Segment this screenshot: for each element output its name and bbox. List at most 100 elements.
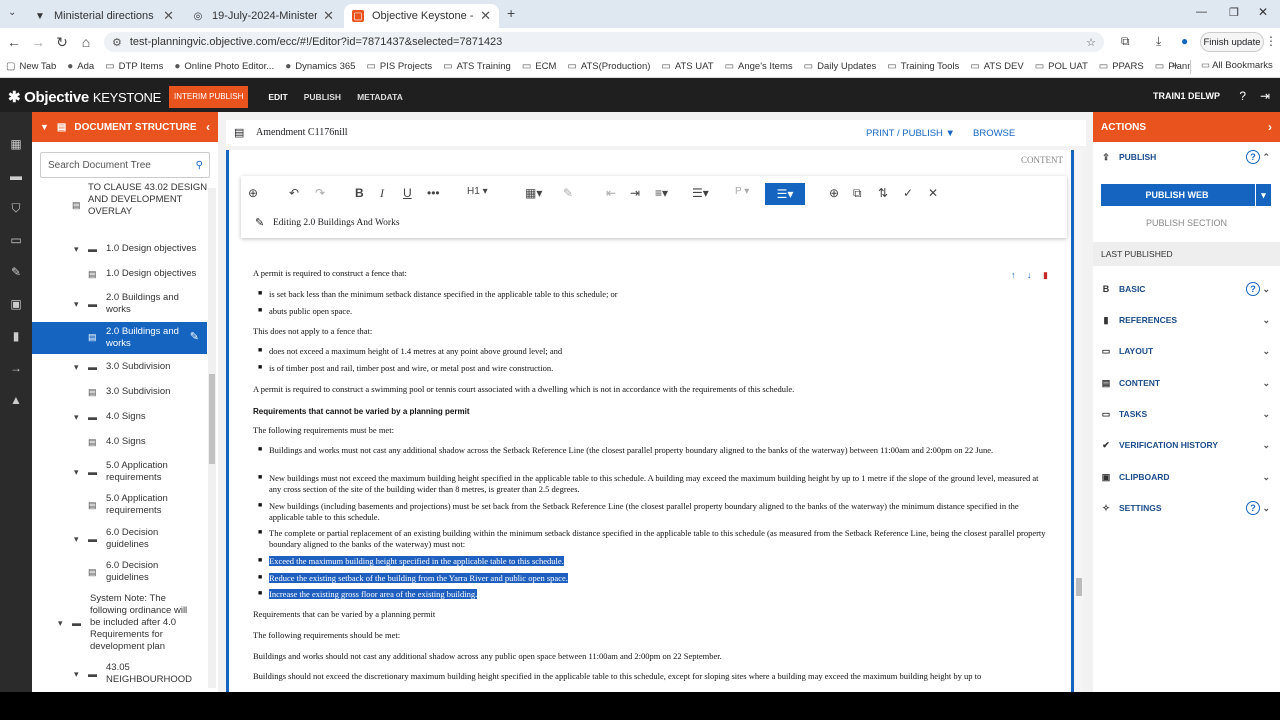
chevron-down-icon[interactable]: ⌄ bbox=[1262, 315, 1270, 326]
tasks-section[interactable]: ▭ TASKS ⌄ bbox=[1093, 403, 1280, 425]
paragraph-select[interactable]: P ▾ bbox=[735, 186, 749, 197]
tree-item[interactable]: ▾ ▬ 3.0 Subdivision bbox=[74, 361, 216, 373]
graduation-cap-icon[interactable]: ▲ bbox=[0, 384, 32, 416]
chevron-down-icon[interactable]: ⌄ bbox=[1262, 346, 1270, 357]
tree-item[interactable]: ▾ ▬ 43.05 NEIGHBOURHOOD bbox=[74, 662, 196, 686]
caret-down-icon[interactable]: ▾ bbox=[74, 298, 79, 310]
more-format-icon[interactable]: ••• bbox=[427, 186, 440, 200]
bookmark-item[interactable]: ▭ Training Tools bbox=[887, 61, 959, 72]
basic-section[interactable]: B BASIC ? ⌄ bbox=[1093, 278, 1280, 300]
underline-icon[interactable]: U bbox=[403, 186, 412, 200]
align-icon[interactable]: ≡▾ bbox=[655, 186, 668, 200]
tree-item[interactable]: ▤ 5.0 Application requirements bbox=[88, 493, 196, 517]
browser-menu-icon[interactable]: ⋮ bbox=[1265, 34, 1277, 48]
chevron-down-icon[interactable]: ⌄ bbox=[1262, 440, 1270, 451]
list-icon[interactable]: ☰▾ bbox=[692, 186, 709, 200]
bookmark-item[interactable]: ▭ ATS(Production) bbox=[567, 61, 650, 72]
undo-icon[interactable]: ↶ bbox=[289, 186, 299, 200]
bookmark-item[interactable]: ▭ ATS DEV bbox=[970, 61, 1023, 72]
move-down-icon[interactable]: ↓ bbox=[1027, 270, 1032, 280]
help-icon[interactable]: ? bbox=[1246, 282, 1260, 296]
selected-list-item[interactable]: Exceed the maximum building height speci… bbox=[269, 556, 564, 566]
selected-list-item[interactable]: Increase the existing gross floor area o… bbox=[269, 589, 478, 599]
edit-icon[interactable]: ✎ bbox=[0, 256, 32, 288]
subheading[interactable]: Requirements that cannot be varied by a … bbox=[253, 406, 469, 417]
reload-icon[interactable]: ↻ bbox=[50, 34, 74, 51]
pencil-icon[interactable]: ✎ bbox=[190, 330, 199, 343]
compare-icon[interactable]: ⇅ bbox=[878, 186, 888, 200]
tree-item[interactable]: ▤ 3.0 Subdivision bbox=[88, 386, 216, 398]
help-icon[interactable]: ? bbox=[1239, 89, 1246, 103]
bookmark-item[interactable]: ● Dynamics 365 bbox=[285, 61, 355, 72]
list-item[interactable]: The complete or partial replacement of a… bbox=[269, 528, 1049, 550]
tree-item[interactable]: ▤ 6.0 Decision guidelines bbox=[88, 560, 196, 584]
chevron-down-icon[interactable]: ⌄ bbox=[1262, 472, 1270, 483]
tree-item[interactable]: ▾ ▬ 2.0 Buildings and works bbox=[74, 292, 196, 316]
list-item[interactable]: New buildings (including basements and p… bbox=[269, 501, 1049, 523]
site-info-icon[interactable]: ⚙ bbox=[112, 36, 122, 49]
paragraph[interactable]: Buildings should not exceed the discreti… bbox=[253, 671, 1063, 682]
redo-icon[interactable]: ↷ bbox=[315, 186, 325, 200]
selected-list-item[interactable]: Reduce the existing setback of the build… bbox=[269, 573, 568, 583]
caret-down-icon[interactable]: ▾ bbox=[74, 466, 79, 478]
content-section[interactable]: ▤ CONTENT ⌄ bbox=[1093, 372, 1280, 394]
close-icon[interactable]: ✕ bbox=[323, 8, 334, 24]
folder-icon[interactable]: ▬ bbox=[0, 160, 32, 192]
chevron-up-icon[interactable]: ⌃ bbox=[1262, 152, 1270, 163]
references-section[interactable]: ▮ REFERENCES ⌄ bbox=[1093, 309, 1280, 331]
chevron-down-icon[interactable]: ⌄ bbox=[1262, 284, 1270, 295]
trash-icon[interactable]: ▮ bbox=[0, 320, 32, 352]
tree-scrollbar[interactable] bbox=[208, 188, 216, 688]
list-item[interactable]: New buildings must not exceed the maximu… bbox=[269, 473, 1049, 495]
publish-section-header[interactable]: ⇪ PUBLISH ? ⌃ bbox=[1093, 146, 1280, 168]
paragraph[interactable]: The following requirements should be met… bbox=[253, 630, 400, 641]
extensions-icon[interactable]: ⧉ bbox=[1121, 34, 1130, 49]
star-icon[interactable]: ☆ bbox=[1086, 36, 1096, 49]
dashboard-icon[interactable]: ▦ bbox=[0, 128, 32, 160]
bookmark-item[interactable]: ● Ada bbox=[67, 61, 94, 72]
restore-icon[interactable]: ❐ bbox=[1229, 6, 1239, 19]
list-item[interactable]: is set back less than the minimum setbac… bbox=[269, 289, 618, 300]
bookmark-item[interactable]: ▭ Ange's Items bbox=[725, 61, 793, 72]
search-icon[interactable]: ⚲ bbox=[196, 160, 203, 171]
editor-scrollbar[interactable] bbox=[1075, 150, 1083, 692]
window-icon[interactable]: ▣ bbox=[0, 288, 32, 320]
browser-tab-1[interactable]: ▼ Ministerial directions ✕ bbox=[26, 4, 182, 28]
inbox-icon[interactable]: ▭ bbox=[0, 224, 32, 256]
collapse-right-icon[interactable]: › bbox=[1268, 120, 1272, 134]
tree-item[interactable]: ▾ ▬ 4.0 Signs bbox=[74, 411, 216, 423]
tab-publish[interactable]: PUBLISH bbox=[304, 92, 341, 102]
tab-list-icon[interactable]: ⌄ bbox=[8, 7, 16, 18]
finish-update-button[interactable]: Finish update bbox=[1200, 32, 1264, 52]
delete-icon[interactable]: ▮ bbox=[1043, 270, 1048, 281]
bookmark-item[interactable]: ▭ ECM bbox=[522, 61, 557, 72]
list-item[interactable]: is of timber post and rail, timber post … bbox=[269, 363, 553, 374]
caret-down-icon[interactable]: ▾ bbox=[74, 533, 79, 545]
caret-down-icon[interactable]: ▾ bbox=[74, 668, 79, 680]
target-icon[interactable]: ⊕ bbox=[829, 186, 839, 200]
print-publish-menu[interactable]: PRINT / PUBLISH ▼ bbox=[866, 128, 955, 139]
window-close-icon[interactable]: ✕ bbox=[1258, 5, 1268, 19]
bookmark-item[interactable]: ▢ New Tab bbox=[6, 61, 56, 72]
paragraph[interactable]: The following requirements must be met: bbox=[253, 425, 394, 436]
minimize-icon[interactable]: — bbox=[1196, 6, 1207, 18]
paragraph[interactable]: A permit is required to construct a fenc… bbox=[253, 268, 407, 279]
caret-down-icon[interactable]: ▾ bbox=[74, 243, 79, 255]
home-icon[interactable]: ⌂ bbox=[74, 34, 98, 50]
close-icon[interactable]: ✕ bbox=[163, 8, 174, 24]
tab-edit[interactable]: EDIT bbox=[268, 92, 287, 102]
settings-section[interactable]: ✧ SETTINGS ? ⌄ bbox=[1093, 497, 1280, 519]
caret-down-icon[interactable]: ▾ bbox=[74, 361, 79, 373]
collapse-left-icon[interactable]: ‹ bbox=[206, 120, 210, 134]
paragraph[interactable]: This does not apply to a fence that: bbox=[253, 326, 372, 337]
caret-down-icon[interactable]: ▾ bbox=[58, 617, 63, 629]
new-tab-icon[interactable]: + bbox=[507, 5, 515, 21]
tree-item[interactable]: ▤ 1.0 Design objectives bbox=[88, 268, 216, 280]
italic-icon[interactable]: I bbox=[380, 186, 384, 201]
tree-item[interactable]: ▤ TO CLAUSE 43.02 DESIGN AND DEVELOPMENT… bbox=[72, 182, 208, 218]
brush-icon[interactable]: ✎ bbox=[563, 186, 573, 200]
tree-scroll-thumb[interactable] bbox=[209, 374, 215, 464]
publish-web-button[interactable]: PUBLISH WEB ▾ bbox=[1101, 184, 1271, 206]
list-item[interactable]: Buildings and works must not cast any ad… bbox=[269, 445, 1049, 456]
url-field[interactable]: ⚙ test-planningvic.objective.com/ecc/#!/… bbox=[104, 32, 1104, 52]
